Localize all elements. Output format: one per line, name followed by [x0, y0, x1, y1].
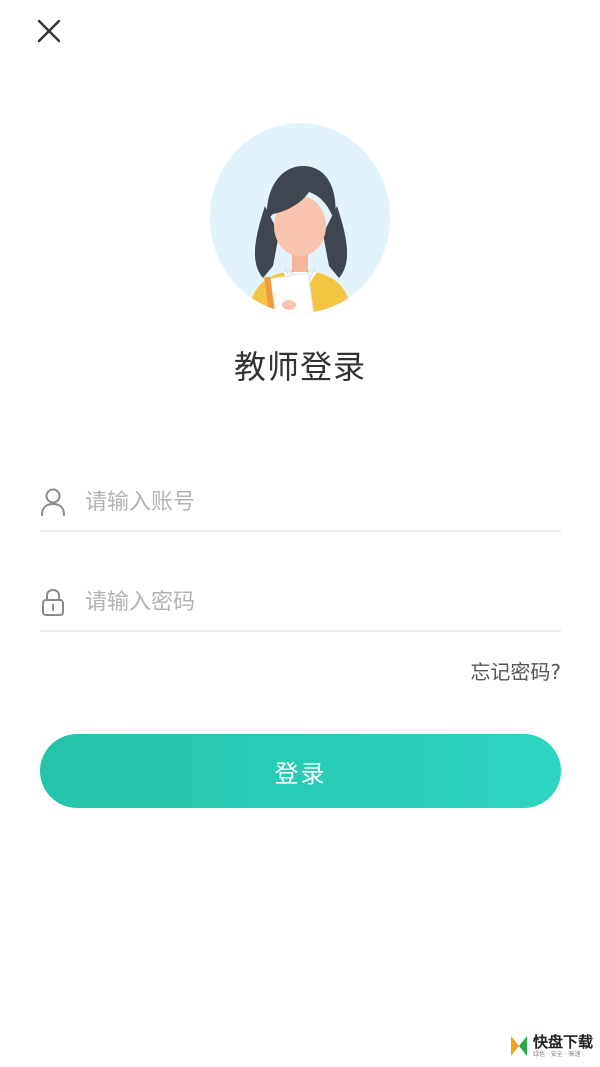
account-input[interactable]: [85, 489, 525, 515]
password-field: [40, 574, 561, 632]
teacher-avatar-icon: [210, 123, 390, 313]
account-field: [40, 474, 561, 532]
password-input[interactable]: [85, 589, 525, 615]
watermark-text: 快盘下载: [533, 1033, 594, 1051]
teacher-avatar: [209, 122, 391, 314]
watermark-subtext: 绿色 · 安全 · 高速: [533, 1051, 581, 1058]
close-button[interactable]: [32, 14, 66, 48]
page-title: 教师登录: [233, 348, 366, 386]
lock-icon: [40, 587, 66, 617]
login-button[interactable]: 登录: [40, 734, 561, 808]
watermark-logo: 快盘下载 绿色 · 安全 · 高速: [508, 1029, 596, 1063]
forgot-password-link[interactable]: 忘记密码?: [470, 656, 561, 685]
close-icon: [37, 19, 61, 43]
watermark-icon: [511, 1036, 527, 1056]
user-icon: [40, 487, 66, 517]
